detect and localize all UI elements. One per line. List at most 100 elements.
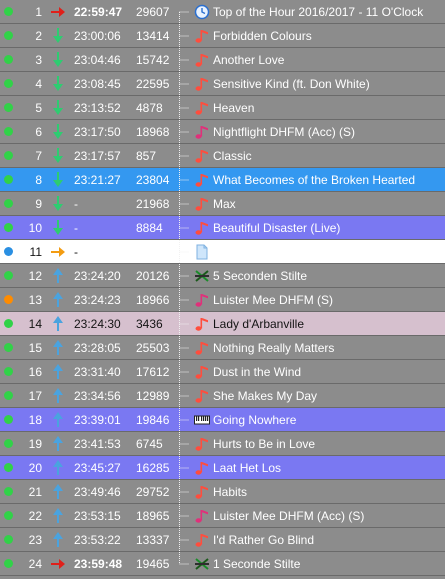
playlist: 1 22:59:47 29607 Top of the Hour 2016/2017 …: [0, 0, 445, 576]
start-time: 23:24:20: [74, 269, 121, 283]
playlist-row[interactable]: 24 23:59:48 19465 1 Seconde Stilte: [0, 552, 445, 576]
row-number: 9: [35, 197, 42, 211]
playlist-row[interactable]: 1 22:59:47 29607 Top of the Hour 2016/2017 …: [0, 0, 445, 24]
row-number: 4: [35, 77, 42, 91]
track-title: Forbidden Colours: [213, 29, 312, 43]
tree-connector: [175, 336, 191, 360]
tree-connector: [175, 240, 191, 264]
playlist-row[interactable]: 14 23:24:30 3436 Lady d'Arbanville: [0, 312, 445, 336]
arrow-right-icon: [48, 242, 68, 262]
playlist-row[interactable]: 11 -: [0, 240, 445, 264]
status-dot-icon: [4, 295, 13, 304]
playlist-row[interactable]: 12 23:24:20 20126 5 Seconden Stilte: [0, 264, 445, 288]
arrow-up-icon: [48, 506, 68, 526]
playlist-row[interactable]: 6 23:17:50 18968 Nightflight DHFM (Acc) (S): [0, 120, 445, 144]
music-note-icon: [194, 76, 210, 92]
playlist-row[interactable]: 9 - 21968 Max: [0, 192, 445, 216]
document-icon: [194, 244, 210, 260]
playlist-row[interactable]: 16 23:31:40 17612 Dust in the Wind: [0, 360, 445, 384]
tree-connector: [175, 144, 191, 168]
track-title: Habits: [213, 485, 248, 499]
playlist-row[interactable]: 7 23:17:57 857 Classic: [0, 144, 445, 168]
start-time: 23:53:22: [74, 533, 121, 547]
start-time: -: [74, 221, 78, 235]
playlist-row[interactable]: 22 23:53:15 18965 Luister Mee DHFM (Acc) (S…: [0, 504, 445, 528]
start-time: 23:04:46: [74, 53, 121, 67]
music-note-icon: [194, 100, 210, 116]
row-number: 11: [29, 245, 42, 259]
duration: 19465: [136, 557, 170, 571]
playlist-row[interactable]: 2 23:00:06 13414 Forbidden Colours: [0, 24, 445, 48]
playlist-row[interactable]: 15 23:28:05 25503 Nothing Really Matters: [0, 336, 445, 360]
music-note-icon: [194, 124, 210, 140]
status-dot-icon: [4, 127, 13, 136]
row-number: 8: [35, 173, 42, 187]
start-time: 23:59:48: [74, 557, 123, 571]
playlist-row[interactable]: 20 23:45:27 16285 Laat Het Los: [0, 456, 445, 480]
duration: 22595: [136, 77, 170, 91]
start-time: 23:17:57: [74, 149, 121, 163]
duration: 16285: [136, 461, 170, 475]
row-number: 12: [28, 269, 42, 283]
status-dot-icon: [4, 439, 13, 448]
track-title: Hurts to Be in Love: [213, 437, 316, 451]
track-title: Nothing Really Matters: [213, 341, 335, 355]
arrow-down-icon: [48, 98, 68, 118]
arrow-up-icon: [48, 410, 68, 430]
duration: 23804: [136, 173, 170, 187]
duration: 3436: [136, 317, 163, 331]
music-note-icon: [194, 292, 210, 308]
playlist-row[interactable]: 13 23:24:23 18966 Luister Mee DHFM (S): [0, 288, 445, 312]
duration: 857: [136, 149, 157, 163]
playlist-row[interactable]: 8 23:21:27 23804 What Becomes of the Broken…: [0, 168, 445, 192]
playlist-row[interactable]: 18 23:39:01 19846 Going Nowhere: [0, 408, 445, 432]
playlist-row[interactable]: 17 23:34:56 12989 She Makes My Day: [0, 384, 445, 408]
tree-connector: [175, 168, 191, 192]
arrow-up-icon: [48, 530, 68, 550]
music-note-icon: [194, 316, 210, 332]
clock-icon: [194, 4, 210, 20]
playlist-row[interactable]: 10 - 8884 Beautiful Disaster (Live): [0, 216, 445, 240]
duration: 8884: [136, 221, 163, 235]
music-note-icon: [194, 148, 210, 164]
duration: 18965: [136, 509, 170, 523]
playlist-row[interactable]: 23 23:53:22 13337 I'd Rather Go Blind: [0, 528, 445, 552]
row-number: 15: [28, 341, 42, 355]
music-note-icon: [194, 364, 210, 380]
duration: 19846: [136, 413, 170, 427]
start-time: 23:00:06: [74, 29, 121, 43]
track-title: Heaven: [213, 101, 255, 115]
music-note-icon: [194, 436, 210, 452]
arrow-up-icon: [48, 434, 68, 454]
tree-connector: [175, 504, 191, 528]
arrow-down-icon: [48, 146, 68, 166]
track-title: She Makes My Day: [213, 389, 318, 403]
status-dot-icon: [4, 463, 13, 472]
playlist-row[interactable]: 19 23:41:53 6745 Hurts to Be in Love: [0, 432, 445, 456]
status-dot-icon: [4, 55, 13, 64]
playlist-row[interactable]: 3 23:04:46 15742 Another Love: [0, 48, 445, 72]
arrow-up-icon: [48, 338, 68, 358]
silence-icon: [194, 556, 210, 572]
status-dot-icon: [4, 151, 13, 160]
tree-connector: [175, 384, 191, 408]
start-time: 23:08:45: [74, 77, 121, 91]
status-dot-icon: [4, 7, 13, 16]
arrow-up-icon: [48, 314, 68, 334]
playlist-row[interactable]: 21 23:49:46 29752 Habits: [0, 480, 445, 504]
tree-connector: [175, 120, 191, 144]
row-number: 16: [28, 365, 42, 379]
tree-connector: [175, 264, 191, 288]
row-number: 17: [28, 389, 42, 403]
playlist-row[interactable]: 5 23:13:52 4878 Heaven: [0, 96, 445, 120]
duration: 29752: [136, 485, 170, 499]
music-note-icon: [194, 484, 210, 500]
playlist-row[interactable]: 4 23:08:45 22595 Sensitive Kind (ft. Don Wh…: [0, 72, 445, 96]
duration: 13337: [136, 533, 170, 547]
status-dot-icon: [4, 175, 13, 184]
track-title: 1 Seconde Stilte: [213, 557, 301, 571]
status-dot-icon: [4, 559, 13, 568]
status-dot-icon: [4, 319, 13, 328]
tree-connector: [175, 24, 191, 48]
arrow-up-icon: [48, 290, 68, 310]
